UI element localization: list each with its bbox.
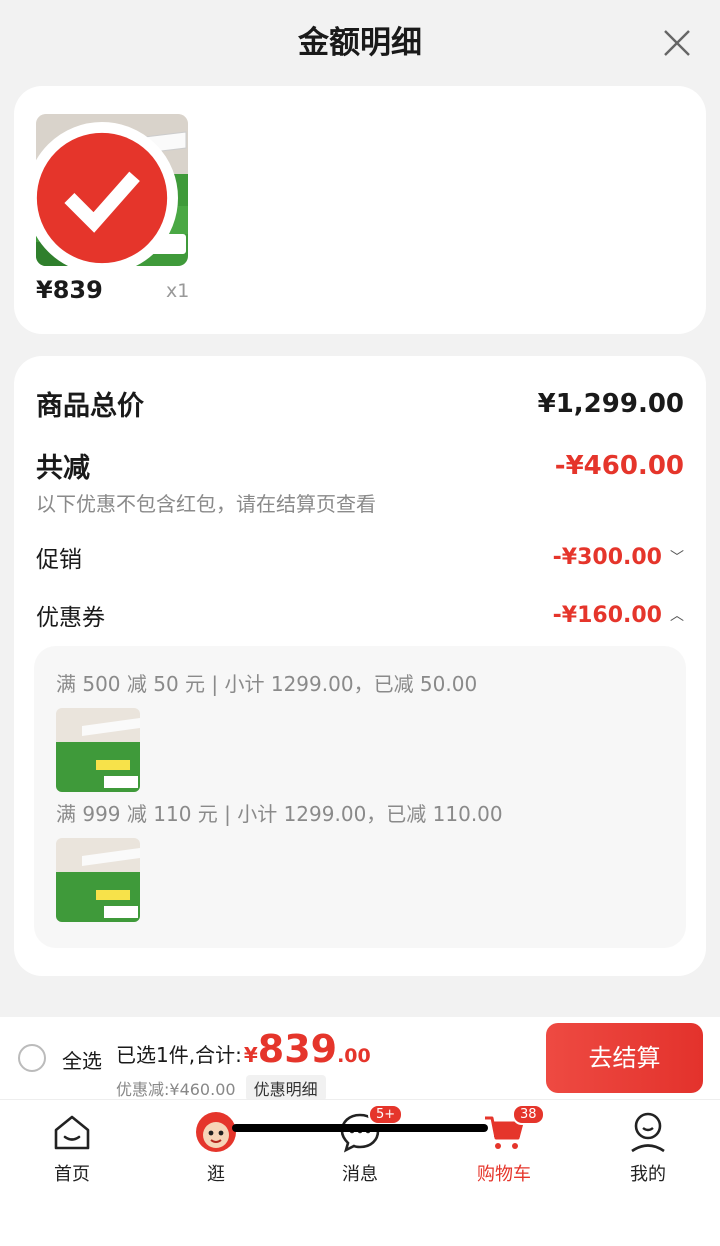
chevron-up-icon[interactable]: ︿ (670, 605, 684, 625)
tab-label: 逛 (207, 1164, 225, 1185)
product-thumbnail-graphic (56, 838, 140, 922)
selected-check-icon (36, 122, 178, 266)
modal-header: 金额明细 (0, 0, 720, 86)
tab-label: 消息 (342, 1164, 378, 1185)
discount-summary: 优惠减:¥460.00 优惠明细 (116, 1075, 326, 1101)
total-price-label: 商品总价 (36, 391, 144, 422)
discount-note: 以下优惠不包含红包，请在结算页查看 (36, 492, 376, 516)
product-image[interactable] (36, 114, 188, 266)
tab-label: 购物车 (477, 1164, 531, 1185)
selection-summary: 已选1件,合计: ¥ 839 .00 (116, 1027, 371, 1071)
checkout-bar: 全选 已选1件,合计: ¥ 839 .00 优惠减:¥460.00 优惠明细 去… (0, 1017, 720, 1101)
coupon-product-thumbnail (56, 708, 140, 792)
tab-messages[interactable]: 5+ 消息 (310, 1104, 410, 1186)
coupon-product-thumbnail (56, 838, 140, 922)
coupon-line: 满 500 减 50 元 | 小计 1299.00，已减 50.00 (56, 672, 478, 696)
product-card: ¥839 x1 (14, 86, 706, 334)
select-all-radio[interactable] (18, 1044, 46, 1072)
product-thumbnail-graphic (56, 708, 140, 792)
amount-detail-card: 商品总价 ¥1,299.00 共减 -¥460.00 以下优惠不包含红包，请在结… (14, 356, 706, 976)
promo-row[interactable]: 促销 -¥300.00 ﹀ (36, 540, 684, 574)
product-price: ¥839 (36, 276, 103, 304)
discount-detail-chip[interactable]: 优惠明细 (245, 1075, 326, 1101)
profile-icon (626, 1110, 670, 1154)
tab-profile[interactable]: 我的 (598, 1110, 698, 1186)
promo-value: -¥300.00 (552, 544, 662, 570)
coupon-detail-box: 满 500 减 50 元 | 小计 1299.00，已减 50.00 满 999… (34, 646, 686, 948)
discount-text: 优惠减:¥460.00 (116, 1080, 236, 1099)
promo-label: 促销 (36, 547, 82, 573)
total-reduce-row: 共减 -¥460.00 (36, 446, 684, 485)
close-icon[interactable] (662, 28, 692, 58)
total-reduce-value: -¥460.00 (554, 450, 684, 481)
total-decimal: .00 (337, 1045, 371, 1067)
tab-label: 我的 (630, 1164, 666, 1185)
cart-badge: 38 (512, 1104, 545, 1125)
home-icon (50, 1110, 94, 1154)
tab-browse[interactable]: 逛 (166, 1110, 266, 1186)
tab-label: 首页 (54, 1164, 90, 1185)
page-title: 金额明细 (298, 25, 422, 61)
message-badge: 5+ (368, 1104, 404, 1125)
checkout-button[interactable]: 去结算 (546, 1023, 703, 1093)
tab-home[interactable]: 首页 (22, 1110, 122, 1186)
home-indicator (232, 1124, 488, 1132)
product-quantity: x1 (166, 280, 190, 302)
chevron-down-icon[interactable]: ﹀ (670, 547, 684, 567)
select-all-label[interactable]: 全选 (62, 1045, 102, 1074)
coupon-line: 满 999 减 110 元 | 小计 1299.00，已减 110.00 (56, 802, 503, 826)
total-currency: ¥ (243, 1043, 258, 1067)
total-price-value: ¥1,299.00 (537, 388, 684, 419)
total-integer: 839 (257, 1027, 338, 1071)
total-price-row: 商品总价 ¥1,299.00 (36, 384, 684, 423)
mascot-icon (194, 1110, 238, 1154)
coupon-amount: -¥160.00 ︿ (553, 603, 684, 628)
coupon-label: 优惠券 (36, 605, 105, 631)
coupon-row[interactable]: 优惠券 -¥160.00 ︿ (36, 598, 684, 632)
total-reduce-label: 共减 (36, 453, 90, 484)
message-icon: 5+ (338, 1104, 404, 1154)
bottom-tab-bar: 首页 逛 5+ 消息 38 购物车 我的 (0, 1099, 720, 1246)
coupon-value: -¥160.00 (552, 602, 662, 628)
selected-count-text: 已选1件,合计: (116, 1043, 242, 1067)
tab-cart[interactable]: 38 购物车 (454, 1104, 554, 1186)
cart-icon: 38 (482, 1104, 545, 1154)
promo-amount: -¥300.00 ﹀ (553, 545, 684, 570)
